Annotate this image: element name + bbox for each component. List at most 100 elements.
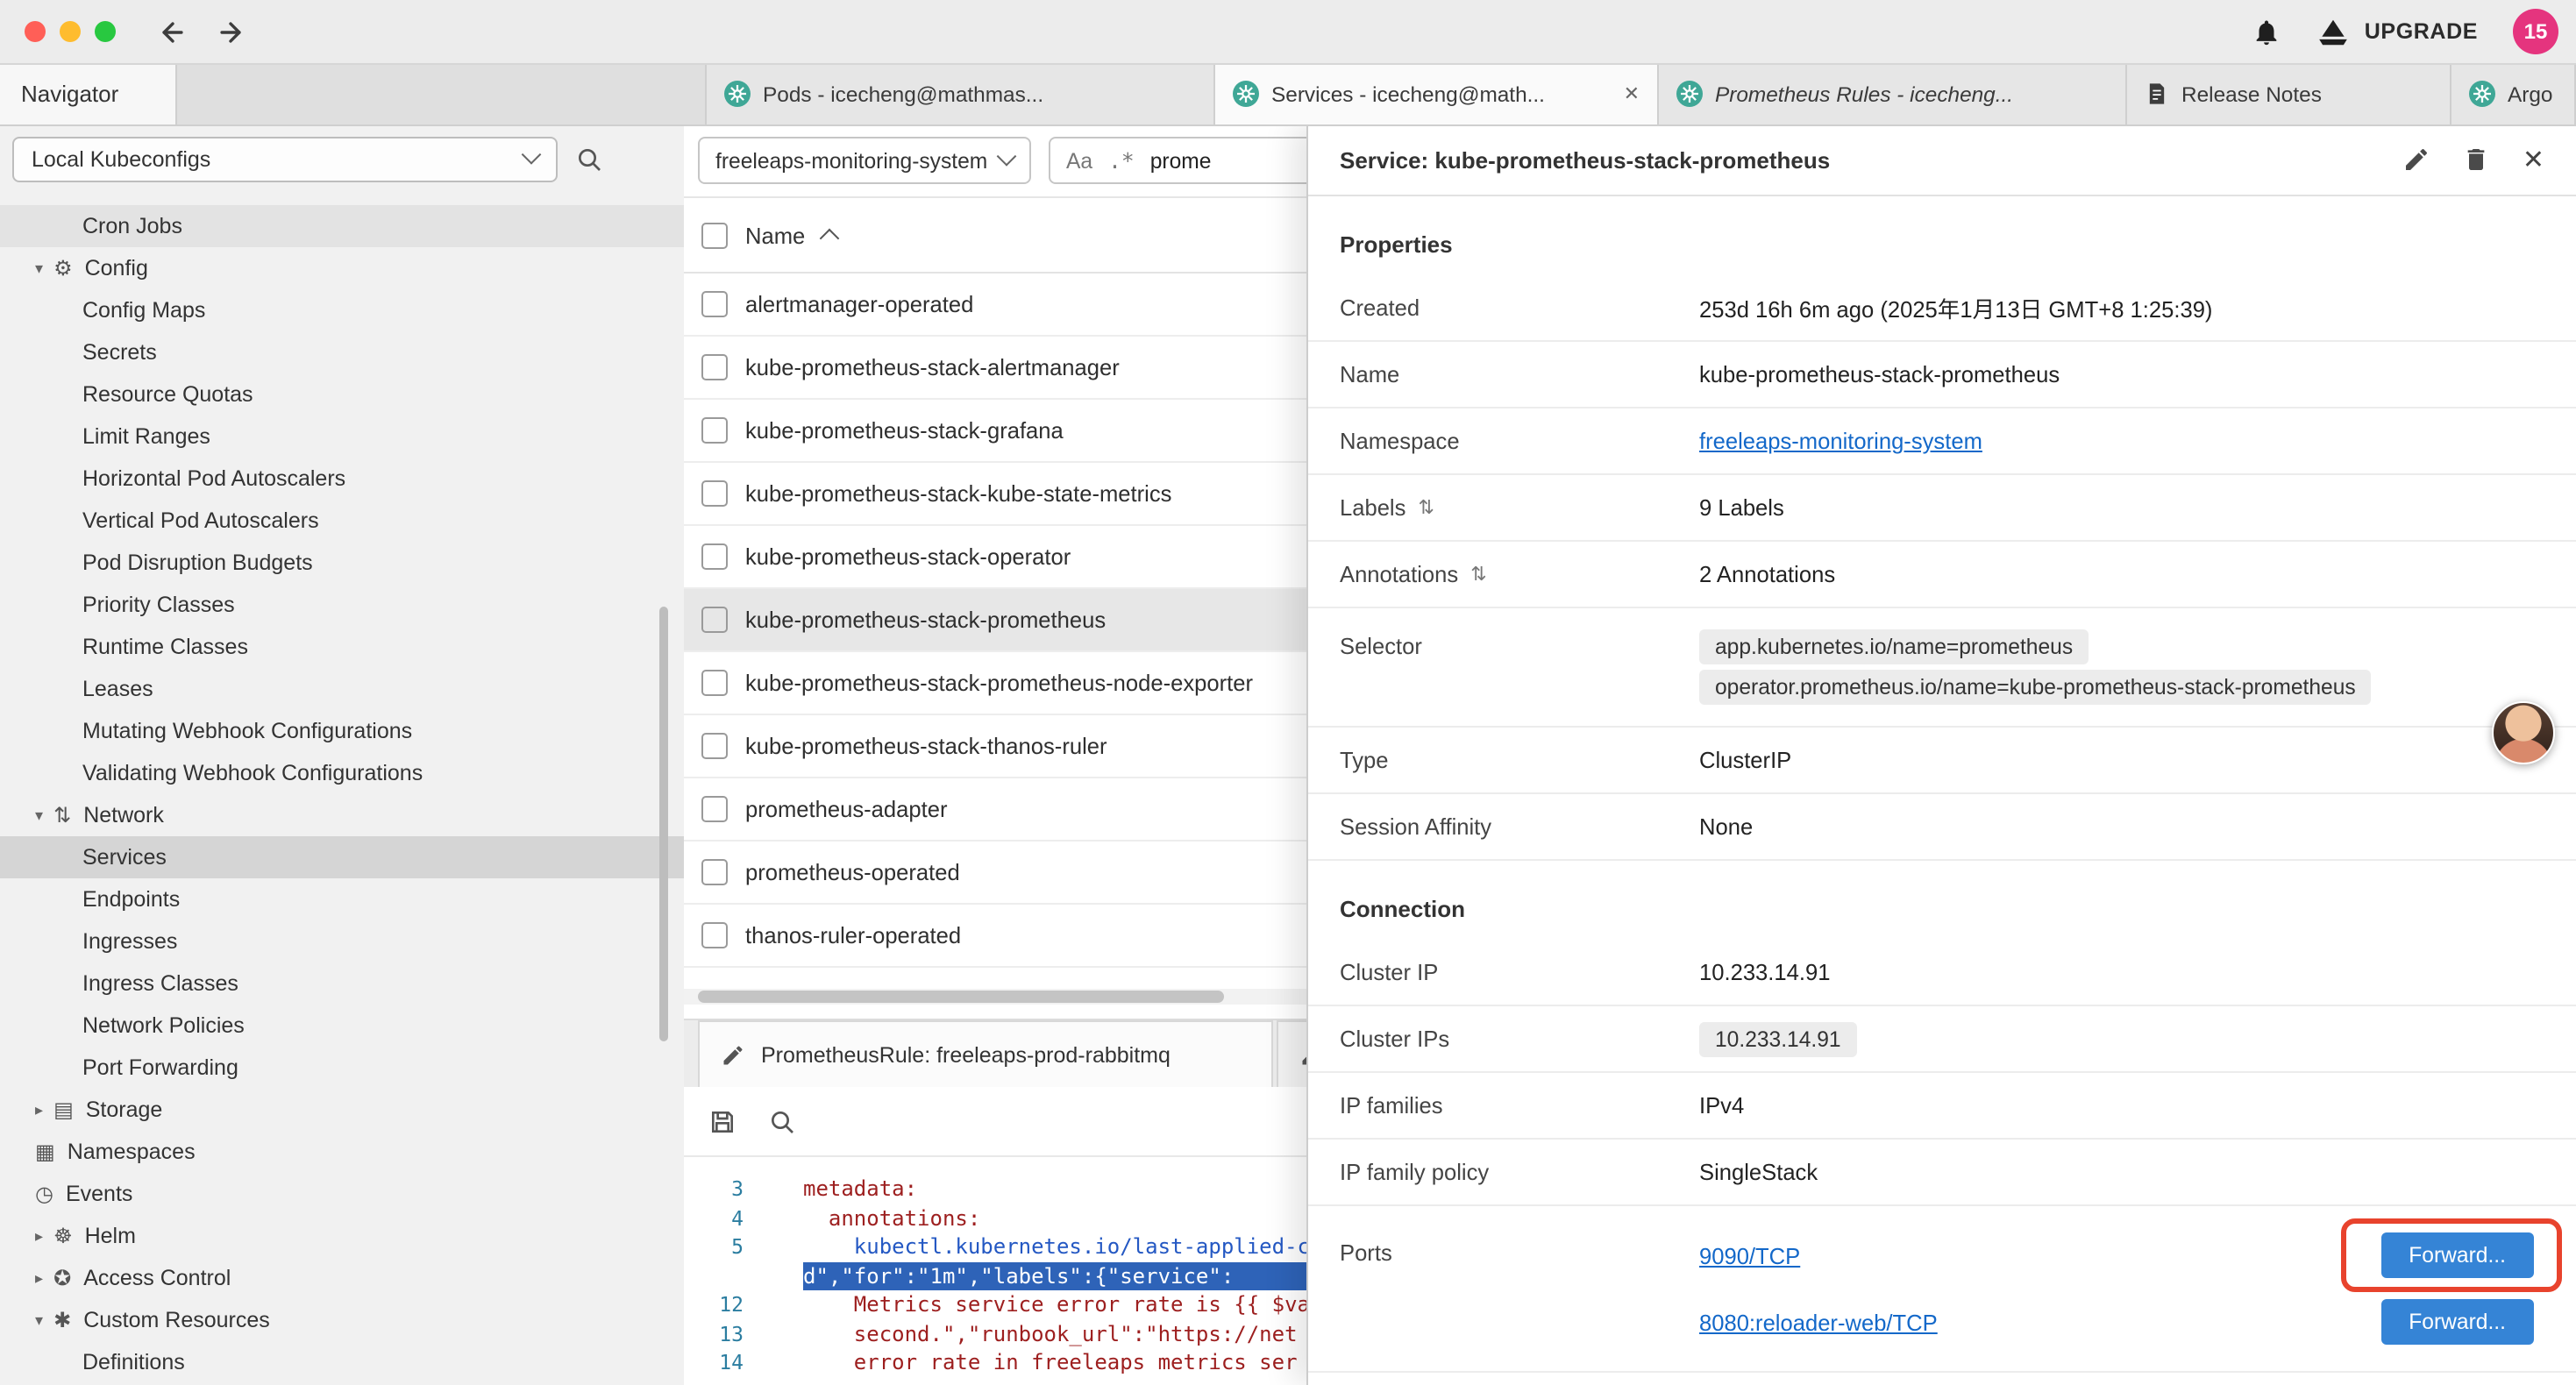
- sidebar-item[interactable]: Priority Classes: [0, 584, 684, 626]
- sidebar-item[interactable]: ▾ ⇅ Network: [0, 794, 684, 836]
- sidebar-item[interactable]: Pod Disruption Budgets: [0, 542, 684, 584]
- sidebar-item[interactable]: Cron Jobs: [0, 205, 684, 247]
- dock-tab-label: PrometheusRule: freeleaps-prod-rabbitmq: [761, 1042, 1171, 1067]
- tree-chevron-icon[interactable]: ▸: [35, 1268, 43, 1288]
- expand-annotations-icon[interactable]: ⇅: [1470, 563, 1486, 586]
- service-name: kube-prometheus-stack-kube-state-metrics: [745, 480, 1171, 507]
- sidebar-item[interactable]: ▦ Namespaces: [0, 1131, 684, 1173]
- tab-pods[interactable]: Pods - icecheng@mathmas...: [707, 63, 1215, 124]
- sidebar-item[interactable]: ◷ Events: [0, 1173, 684, 1215]
- sidebar-item[interactable]: Definitions: [0, 1341, 684, 1383]
- forward-button[interactable]: Forward...: [2380, 1232, 2534, 1278]
- sidebar-item[interactable]: Mutating Webhook Configurations: [0, 710, 684, 752]
- editor-search-icon[interactable]: [768, 1107, 796, 1135]
- row-checkbox[interactable]: [701, 670, 728, 696]
- sidebar-item[interactable]: Network Policies: [0, 1005, 684, 1047]
- notification-count-badge[interactable]: 15: [2513, 9, 2558, 54]
- sidebar-item[interactable]: Endpoints: [0, 878, 684, 920]
- sidebar-item[interactable]: Leases: [0, 668, 684, 710]
- sidebar-item[interactable]: Port Forwarding: [0, 1047, 684, 1089]
- forward-button[interactable]: Forward...: [2380, 1299, 2534, 1345]
- tab-services-active[interactable]: Services - icecheng@math... ✕: [1215, 63, 1659, 124]
- row-checkbox[interactable]: [701, 417, 728, 444]
- sidebar-item[interactable]: Config Maps: [0, 289, 684, 331]
- sidebar-item-label: Validating Webhook Configurations: [82, 761, 423, 785]
- zoom-window-button[interactable]: [95, 21, 116, 42]
- namespace-filter-dropdown[interactable]: freeleaps-monitoring-system: [698, 137, 1031, 184]
- row-checkbox[interactable]: [701, 480, 728, 507]
- name-column-header[interactable]: Name: [745, 222, 805, 248]
- regex-toggle[interactable]: .*: [1108, 148, 1135, 173]
- list-search-input[interactable]: Aa .* prome: [1049, 137, 1347, 184]
- row-checkbox[interactable]: [701, 607, 728, 633]
- minimize-window-button[interactable]: [60, 21, 81, 42]
- tab-argo[interactable]: Argo Se: [2451, 63, 2576, 124]
- session-affinity-label: Session Affinity: [1340, 813, 1699, 840]
- sidebar-item[interactable]: Runtime Classes: [0, 626, 684, 668]
- sidebar-item[interactable]: Vertical Pod Autoscalers: [0, 500, 684, 542]
- sidebar-item[interactable]: Horizontal Pod Autoscalers: [0, 458, 684, 500]
- tab-prometheus-rules[interactable]: Prometheus Rules - icecheng...: [1659, 63, 2127, 124]
- back-arrow-icon[interactable]: [158, 17, 188, 46]
- sidebar-item[interactable]: Limit Ranges: [0, 416, 684, 458]
- sidebar-search-icon[interactable]: [575, 146, 603, 174]
- tab-release-notes[interactable]: Release Notes: [2127, 63, 2451, 124]
- port-link-8080[interactable]: 8080:reloader-web/TCP: [1699, 1309, 1938, 1335]
- scrollbar-thumb[interactable]: [698, 991, 1224, 1003]
- expand-labels-icon[interactable]: ⇅: [1418, 496, 1434, 519]
- row-checkbox[interactable]: [701, 796, 728, 822]
- service-detail-panel: Service: kube-prometheus-stack-prometheu…: [1306, 124, 2576, 1385]
- labels-value: 9 Labels: [1699, 494, 2544, 521]
- match-case-toggle[interactable]: Aa: [1066, 148, 1092, 173]
- row-checkbox[interactable]: [701, 859, 728, 885]
- close-window-button[interactable]: [25, 21, 46, 42]
- select-all-checkbox[interactable]: [701, 222, 728, 248]
- tab-label: Argo Se: [2508, 82, 2557, 106]
- row-checkbox[interactable]: [701, 543, 728, 570]
- close-panel-icon[interactable]: ✕: [2523, 144, 2544, 175]
- row-checkbox[interactable]: [701, 922, 728, 948]
- tree-item-icon: ☸: [53, 1224, 73, 1248]
- dock-tab-prometheusrule[interactable]: PrometheusRule: freeleaps-prod-rabbitmq: [698, 1020, 1273, 1087]
- ip-family-policy-value: SingleStack: [1699, 1159, 2544, 1185]
- sidebar-item[interactable]: Validating Webhook Configurations: [0, 752, 684, 794]
- namespace-link[interactable]: freeleaps-monitoring-system: [1699, 428, 1982, 454]
- detail-row-ports: Ports 9090/TCP Forward... 8080:reloader-…: [1308, 1206, 2576, 1373]
- tree-chevron-icon[interactable]: ▾: [35, 259, 43, 278]
- ship-icon: [2317, 15, 2351, 48]
- kubeconfig-selector[interactable]: Local Kubeconfigs: [12, 137, 558, 182]
- sidebar-item-label: Endpoints: [82, 887, 180, 912]
- tree-chevron-icon[interactable]: ▸: [35, 1100, 43, 1119]
- detail-row-cluster-ips: Cluster IPs 10.233.14.91: [1308, 1006, 2576, 1073]
- row-checkbox[interactable]: [701, 291, 728, 317]
- tree-item-icon: ▦: [35, 1140, 55, 1164]
- sidebar-item[interactable]: ▸ ▤ Storage: [0, 1089, 684, 1131]
- sidebar-item[interactable]: ▸ ☸ Helm: [0, 1215, 684, 1257]
- sidebar-item[interactable]: Ingress Classes: [0, 962, 684, 1005]
- sidebar-item[interactable]: ▸ ✪ Access Control: [0, 1257, 684, 1299]
- detail-row-annotations: Annotations ⇅ 2 Annotations: [1308, 542, 2576, 608]
- delete-trash-icon[interactable]: [2463, 146, 2491, 174]
- port-link-9090[interactable]: 9090/TCP: [1699, 1242, 1800, 1268]
- sidebar-item[interactable]: Ingresses: [0, 920, 684, 962]
- tab-spacer: [177, 63, 707, 124]
- sidebar-item[interactable]: Resource Quotas: [0, 373, 684, 416]
- row-checkbox[interactable]: [701, 733, 728, 759]
- sort-ascending-icon[interactable]: [820, 229, 840, 249]
- sidebar-item[interactable]: ▾ ✱ Custom Resources: [0, 1299, 684, 1341]
- tree-chevron-icon[interactable]: ▾: [35, 806, 43, 825]
- tab-close-icon[interactable]: ✕: [1610, 82, 1640, 105]
- tree-chevron-icon[interactable]: ▸: [35, 1226, 43, 1246]
- user-avatar[interactable]: [2492, 701, 2555, 764]
- edit-pencil-icon[interactable]: [2403, 146, 2431, 174]
- row-checkbox[interactable]: [701, 354, 728, 380]
- sidebar-item[interactable]: Secrets: [0, 331, 684, 373]
- save-icon[interactable]: [708, 1107, 737, 1135]
- tree-chevron-icon[interactable]: ▾: [35, 1310, 43, 1330]
- notifications-bell-icon[interactable]: [2252, 17, 2282, 46]
- sidebar-scrollbar[interactable]: [659, 607, 668, 1041]
- upgrade-button[interactable]: UPGRADE: [2317, 15, 2478, 48]
- sidebar-item[interactable]: Services: [0, 836, 684, 878]
- sidebar-item[interactable]: ▾ ⚙ Config: [0, 247, 684, 289]
- forward-arrow-icon[interactable]: [216, 17, 246, 46]
